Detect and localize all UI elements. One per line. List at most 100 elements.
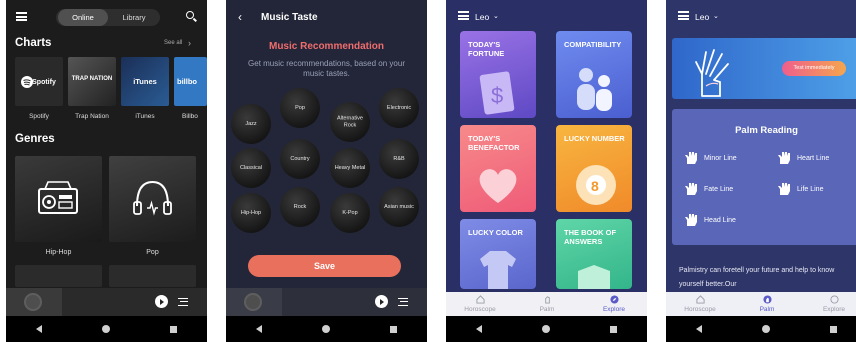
recents-icon[interactable]	[610, 325, 617, 333]
zodiac-sign-selector[interactable]: Leo	[695, 12, 709, 22]
genre-option[interactable]: R&B	[379, 139, 419, 179]
album-art	[6, 288, 62, 316]
genre-option[interactable]: Country	[280, 139, 320, 179]
genre-option[interactable]: Alternative Rock	[330, 102, 370, 142]
palmistry-description: Palmistry can foretell your future and h…	[679, 267, 835, 288]
chevron-down-icon[interactable]: ⌄	[713, 12, 719, 20]
queue-icon[interactable]	[178, 298, 188, 306]
tab-explore[interactable]: Explore	[804, 295, 856, 313]
save-button[interactable]: Save	[248, 255, 401, 277]
zodiac-sign-selector[interactable]: Leo	[475, 12, 489, 22]
palm-line-heart[interactable]: Heart Line	[777, 151, 829, 165]
genre-option[interactable]: Electronic	[379, 88, 419, 128]
heart-icon	[479, 169, 517, 203]
fortune-card-icon: $	[479, 71, 515, 115]
palm-icon	[544, 296, 550, 304]
chart-tile-itunes[interactable]: iTunes	[121, 57, 169, 106]
genre-option-label: Pop	[295, 104, 305, 111]
palm-test-banner[interactable]: Test immediately	[672, 38, 856, 99]
back-icon[interactable]	[36, 325, 42, 333]
back-icon[interactable]	[256, 325, 262, 333]
palm-line-life[interactable]: Life Line	[777, 182, 823, 196]
see-all-link[interactable]: See all	[164, 40, 182, 46]
palm-line-fate[interactable]: Fate Line	[684, 182, 733, 196]
headphones-icon	[133, 180, 172, 216]
menu-icon[interactable]	[678, 11, 689, 20]
palm-line-minor[interactable]: Minor Line	[684, 151, 737, 165]
recents-icon[interactable]	[170, 325, 177, 333]
card-todays-fortune[interactable]: TODAY'S FORTUNE $	[460, 31, 536, 118]
chart-name: Billbo	[182, 113, 198, 120]
home-icon[interactable]	[322, 325, 330, 333]
genre-tile-partial[interactable]	[15, 265, 102, 287]
card-lucky-color[interactable]: LUCKY COLOR	[460, 219, 536, 289]
genre-option-label: Heavy Metal	[334, 164, 366, 171]
tab-label: Palm	[539, 306, 555, 313]
genre-tile-partial[interactable]	[109, 265, 196, 287]
card-todays-benefactor[interactable]: TODAY'S BENEFACTOR	[460, 125, 536, 212]
ball-8-icon: 8	[576, 165, 616, 205]
palm-line-head[interactable]: Head Line	[684, 213, 736, 227]
chart-logo: iTunes	[133, 77, 157, 86]
genre-option[interactable]: Heavy Metal	[330, 148, 370, 188]
palm-line-label: Life Line	[797, 185, 824, 193]
genre-option[interactable]: Jazz	[231, 104, 271, 144]
genre-option[interactable]: Pop	[280, 88, 320, 128]
chevron-right-icon[interactable]: ›	[188, 38, 191, 48]
play-icon[interactable]	[155, 295, 168, 308]
queue-icon[interactable]	[398, 298, 408, 306]
chart-name: iTunes	[135, 113, 155, 120]
online-library-toggle[interactable]: Online Library	[56, 9, 160, 26]
play-icon[interactable]	[375, 295, 388, 308]
genre-option-label: Electronic	[386, 104, 412, 111]
top-bar: Online Library	[6, 0, 207, 32]
tab-palm[interactable]: Palm	[517, 295, 577, 313]
genre-option[interactable]: Hip-Hop	[231, 193, 271, 233]
genre-option[interactable]: K-Pop	[330, 193, 370, 233]
compass-icon	[829, 295, 839, 304]
tab-online[interactable]: Online	[58, 9, 108, 26]
chart-tile-billboard[interactable]: billbo	[174, 57, 207, 106]
genre-option[interactable]: Asian music	[379, 187, 419, 227]
charts-heading: Charts	[15, 37, 52, 49]
system-nav-bar	[446, 316, 647, 342]
genre-option[interactable]: Rock	[280, 187, 320, 227]
menu-icon[interactable]	[458, 11, 469, 20]
disc-icon	[24, 293, 42, 311]
card-book-of-answers[interactable]: THE BOOK OF ANSWERS	[556, 219, 632, 289]
mini-player[interactable]	[6, 288, 207, 316]
recents-icon[interactable]	[830, 325, 837, 333]
search-icon[interactable]	[186, 11, 194, 19]
svg-text:8: 8	[591, 178, 599, 194]
chevron-down-icon[interactable]: ⌄	[493, 12, 499, 20]
tab-horoscope[interactable]: Horoscope	[450, 295, 510, 313]
genre-tile-hip-hop[interactable]	[15, 156, 102, 242]
hand-icon	[685, 183, 697, 195]
card-compatibility[interactable]: COMPATIBILITY	[556, 31, 632, 118]
shirt-icon	[480, 251, 516, 289]
back-arrow-icon[interactable]: ‹	[238, 10, 242, 24]
home-icon[interactable]	[542, 325, 550, 333]
back-icon[interactable]	[476, 325, 482, 333]
back-icon[interactable]	[696, 325, 702, 333]
mini-player[interactable]	[226, 288, 427, 316]
tab-label: Palm	[759, 306, 775, 313]
tab-horoscope[interactable]: Horoscope	[670, 295, 730, 313]
home-icon[interactable]	[762, 325, 770, 333]
genre-tile-pop[interactable]	[109, 156, 196, 242]
boombox-icon	[38, 181, 78, 214]
home-icon[interactable]	[102, 325, 110, 333]
menu-icon[interactable]	[16, 12, 27, 21]
test-immediately-button[interactable]: Test immediately	[782, 61, 846, 76]
chart-tile-spotify[interactable]: Spotify	[15, 57, 63, 106]
recents-icon[interactable]	[390, 325, 397, 333]
tab-palm[interactable]: Palm	[737, 295, 797, 313]
genre-option[interactable]: Classical	[231, 148, 271, 188]
tab-library[interactable]: Library	[110, 9, 158, 26]
genre-option-label: Rock	[293, 203, 307, 210]
genre-option-label: Classical	[239, 164, 262, 171]
chart-tile-trap-nation[interactable]: TRAP NATION	[68, 57, 116, 106]
card-lucky-number[interactable]: LUCKY NUMBER 8	[556, 125, 632, 212]
tab-explore[interactable]: Explore	[584, 295, 644, 313]
book-icon	[578, 265, 610, 289]
